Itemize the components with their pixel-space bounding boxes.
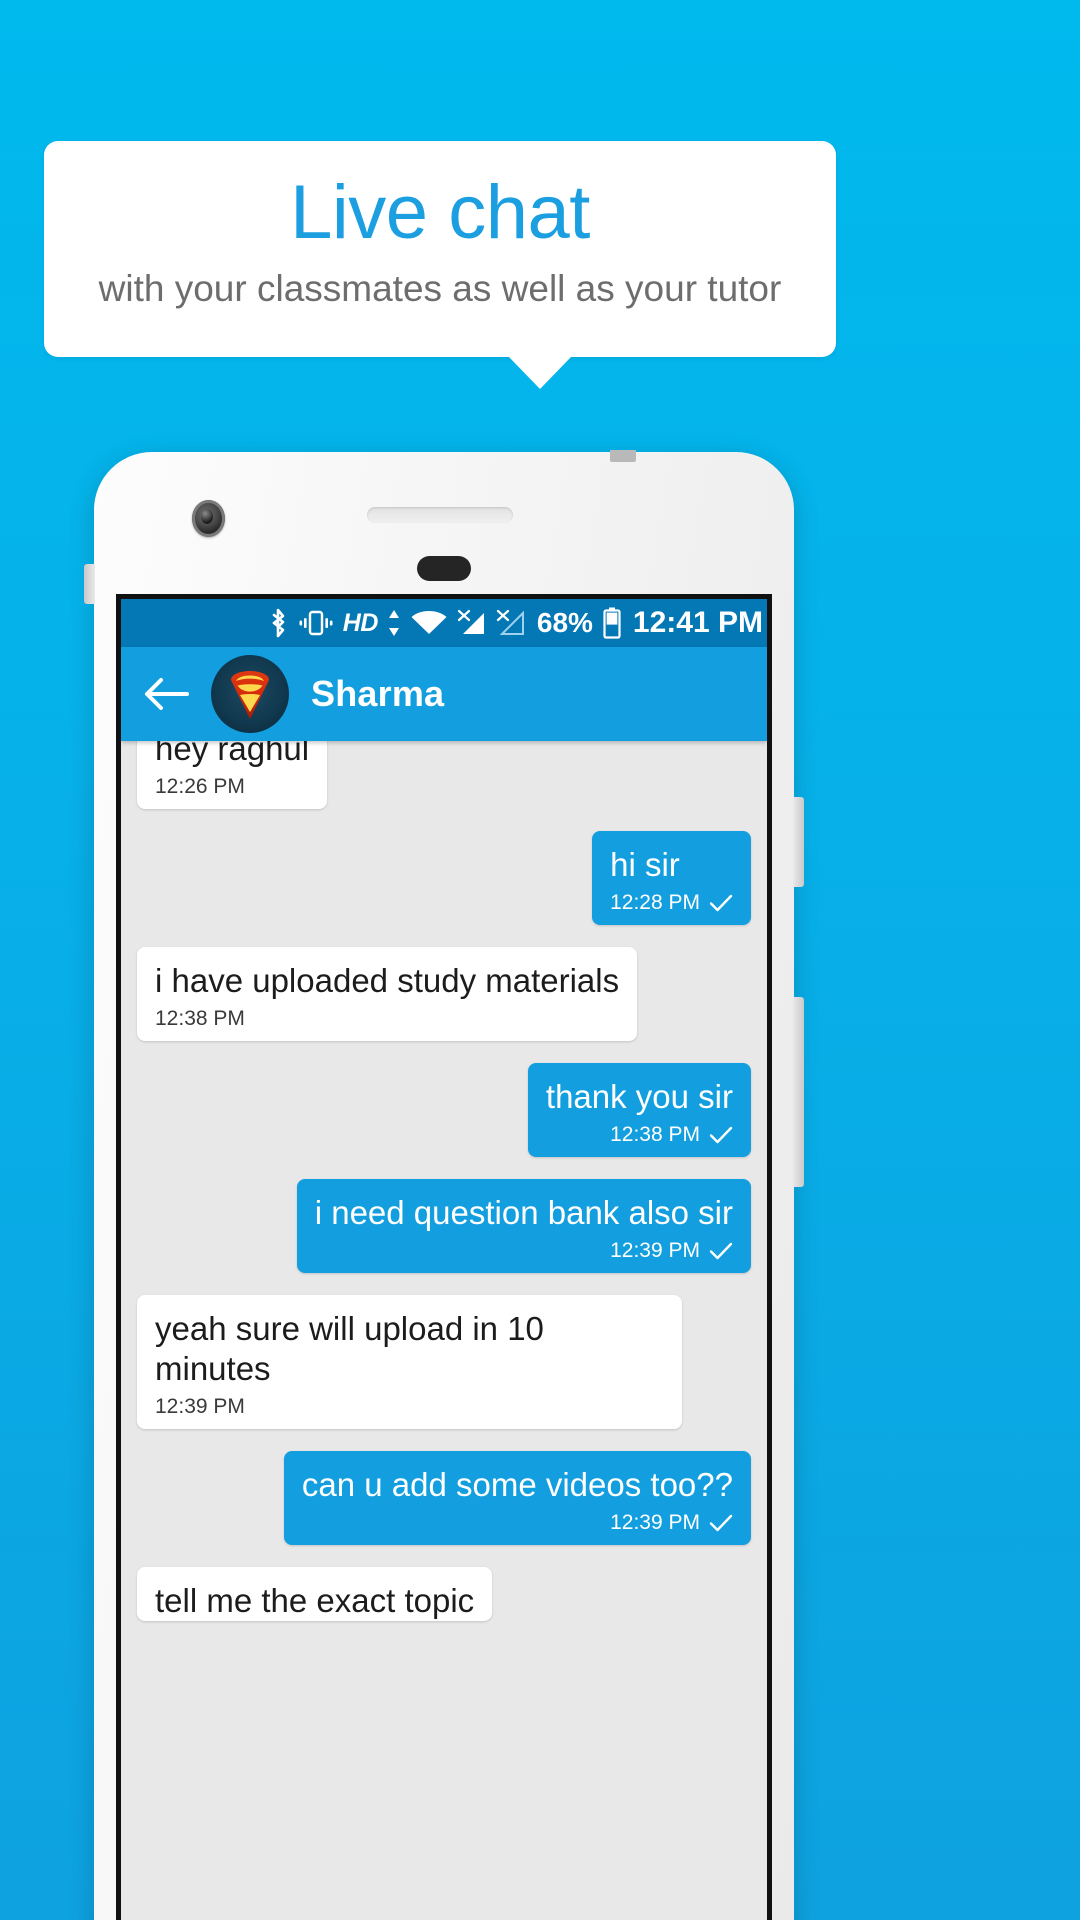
message-row[interactable]: thank you sir 12:38 PM xyxy=(137,1063,751,1157)
phone-screen: HD 68% 12:41 PM Sharma hey raghul 12:26 … xyxy=(116,594,772,1920)
sent-tick-icon xyxy=(709,894,733,912)
outgoing-message-bubble[interactable]: thank you sir 12:38 PM xyxy=(527,1063,751,1157)
battery-percent-label: 68% xyxy=(536,607,593,638)
message-text: thank you sir xyxy=(545,1078,733,1115)
incoming-message-bubble[interactable]: i have uploaded study materials 12:38 PM xyxy=(137,947,638,1041)
message-text: hi sir xyxy=(610,846,680,883)
message-row[interactable]: can u add some videos too?? 12:39 PM xyxy=(137,1451,751,1545)
sent-tick-icon xyxy=(709,1242,733,1260)
message-text: hey raghul xyxy=(155,741,310,767)
message-meta: 12:26 PM xyxy=(155,775,309,799)
hd-voice-icon: HD xyxy=(342,608,379,637)
data-transfer-icon xyxy=(387,609,401,637)
power-button[interactable] xyxy=(793,797,804,887)
chat-contact-name: Sharma xyxy=(311,673,445,714)
incoming-message-bubble[interactable]: hey raghul 12:26 PM xyxy=(137,741,328,809)
message-timestamp: 12:39 PM xyxy=(610,1239,700,1262)
message-text: i need question bank also sir xyxy=(314,1194,733,1231)
message-list[interactable]: hey raghul 12:26 PM hi sir 12:28 PM i have u… xyxy=(121,741,767,1920)
status-bar: HD 68% 12:41 PM xyxy=(121,599,767,647)
callout-tail xyxy=(508,356,572,389)
message-row[interactable]: hi sir 12:28 PM xyxy=(137,831,751,925)
message-row[interactable]: hey raghul 12:26 PM xyxy=(137,741,751,809)
chat-app-bar: Sharma xyxy=(121,647,767,741)
front-camera-icon xyxy=(192,500,225,537)
status-bar-clock: 12:41 PM xyxy=(632,606,763,639)
message-meta: 12:39 PM xyxy=(302,1511,733,1535)
message-text: i have uploaded study materials xyxy=(155,962,620,999)
sent-tick-icon xyxy=(709,1126,733,1144)
vibrate-icon xyxy=(298,609,334,637)
message-row[interactable]: i need question bank also sir 12:39 PM xyxy=(137,1179,751,1273)
message-row[interactable]: yeah sure will upload in 10 minutes 12:39… xyxy=(137,1295,751,1429)
message-timestamp: 12:26 PM xyxy=(155,775,245,798)
sim1-no-signal-icon xyxy=(457,609,487,637)
message-text: yeah sure will upload in 10 minutes xyxy=(155,1310,544,1387)
message-timestamp: 12:28 PM xyxy=(610,891,700,914)
message-timestamp: 12:38 PM xyxy=(610,1123,700,1146)
outgoing-message-bubble[interactable]: hi sir 12:28 PM xyxy=(592,831,751,925)
battery-icon xyxy=(602,607,622,639)
message-text: tell me the exact topic xyxy=(155,1582,475,1619)
message-timestamp: 12:39 PM xyxy=(155,1395,245,1418)
outgoing-message-bubble[interactable]: i need question bank also sir 12:39 PM xyxy=(296,1179,751,1273)
outgoing-message-bubble[interactable]: can u add some videos too?? 12:39 PM xyxy=(283,1451,751,1545)
message-meta: 12:39 PM xyxy=(315,1239,733,1263)
page-title: Live chat xyxy=(290,170,590,255)
message-meta: 12:38 PM xyxy=(155,1007,619,1031)
page-subtitle: with your classmates as well as your tut… xyxy=(98,268,782,309)
message-meta: 12:38 PM xyxy=(546,1123,733,1147)
back-arrow-icon[interactable] xyxy=(143,674,189,714)
message-meta: 12:39 PM xyxy=(155,1395,664,1419)
incoming-message-bubble[interactable]: tell me the exact topic xyxy=(137,1567,493,1621)
message-timestamp: 12:39 PM xyxy=(610,1511,700,1534)
sim2-no-signal-icon xyxy=(496,609,526,637)
message-text: can u add some videos too?? xyxy=(301,1466,733,1503)
incoming-message-bubble[interactable]: yeah sure will upload in 10 minutes 12:39… xyxy=(137,1295,682,1429)
screenshot-root: Live chat with your classmates as well a… xyxy=(0,0,1080,1920)
wifi-icon xyxy=(410,609,448,637)
message-row[interactable]: tell me the exact topic xyxy=(137,1567,751,1621)
message-meta: 12:28 PM xyxy=(610,891,733,915)
proximity-sensor-icon xyxy=(417,556,471,581)
message-row[interactable]: i have uploaded study materials 12:38 PM xyxy=(137,947,751,1041)
volume-rocker-button[interactable] xyxy=(793,997,804,1187)
antenna-line xyxy=(610,450,636,462)
bluetooth-icon xyxy=(269,608,289,638)
phone-mockup: HD 68% 12:41 PM Sharma hey raghul 12:26 … xyxy=(84,450,804,1920)
earpiece-speaker-icon xyxy=(367,507,513,523)
sent-tick-icon xyxy=(709,1514,733,1532)
message-timestamp: 12:38 PM xyxy=(155,1007,245,1030)
promo-callout-card: Live chat with your classmates as well a… xyxy=(44,141,836,357)
superman-logo-avatar[interactable] xyxy=(211,655,289,733)
volume-button[interactable] xyxy=(84,564,95,604)
